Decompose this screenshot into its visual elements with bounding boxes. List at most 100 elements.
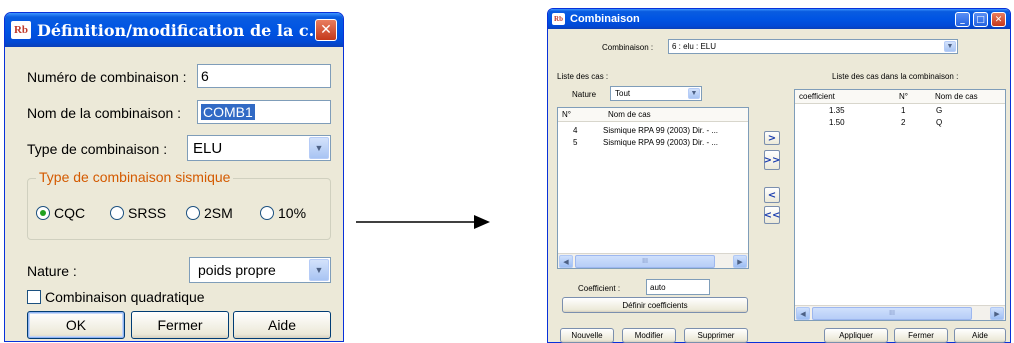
radio-button-icon[interactable] [260,206,274,220]
radio-button-icon[interactable] [186,206,200,220]
quadratic-combination-checkbox[interactable]: Combinaison quadratique [27,289,205,305]
define-coefficients-button[interactable]: Définir coefficients [562,297,748,313]
delete-button[interactable]: Supprimer [684,328,748,343]
case-number: 1 [901,106,906,115]
chevron-down-icon[interactable]: ▼ [688,88,700,99]
add-selected-label: > [767,132,777,144]
coefficient-input[interactable]: auto [646,279,710,295]
scroll-left-icon[interactable]: ◀ [559,255,573,268]
add-all-button[interactable]: >> [764,150,780,170]
close-button-label: Fermer [157,317,203,333]
column-header-case-name[interactable]: Nom de cas [935,92,978,101]
coefficient-cell: 1.50 [829,118,845,127]
coefficient-label: Coefficient : [578,284,621,293]
available-cases-header: N° Nom de cas [558,108,748,122]
nature-select[interactable]: poids propre ▼ [189,257,331,283]
combination-cases-list[interactable]: coefficient N° Nom de cas 1.35 1 G 1.50 … [794,89,1006,321]
nature-label: Nature : [27,263,77,279]
scroll-thumb[interactable]: III [575,255,715,268]
combination-type-label: Type de combinaison : [27,141,168,157]
case-name: G [936,106,943,115]
dialog-titlebar[interactable]: Rb Définition/modification de la c... [5,13,343,47]
radio-2sm-label: 2SM [204,205,233,221]
help-button-label: Aide [971,331,988,340]
list-item[interactable]: 5 Sismique RPA 99 (2003) Dir. - ... [558,138,748,150]
help-button-label: Aide [267,317,297,333]
combination-window-title: Combinaison [570,13,640,25]
radio-button-icon[interactable] [110,206,124,220]
combination-label: Combinaison : [602,43,654,52]
nature-filter-select[interactable]: Tout ▼ [610,86,702,101]
maximize-icon[interactable]: □ [973,12,988,27]
radio-srss[interactable]: SRSS [110,205,166,221]
nature-filter-label: Nature [572,90,597,99]
minimize-icon[interactable]: _ [955,12,970,27]
case-number: 4 [573,126,578,135]
scroll-thumb[interactable]: III [812,307,972,320]
case-list-label: Liste des cas : [557,72,609,81]
help-button[interactable]: Aide [233,311,331,339]
add-all-label: >> [763,154,781,166]
chevron-down-icon[interactable]: ▼ [309,137,329,159]
available-cases-list[interactable]: N° Nom de cas 4 Sismique RPA 99 (2003) D… [557,107,749,269]
close-icon[interactable]: ✕ [315,19,337,41]
remove-all-button[interactable]: << [764,206,780,224]
help-button[interactable]: Aide [954,328,1006,343]
radio-10pct[interactable]: 10% [260,205,306,221]
combination-select-value: 6 : elu : ELU [672,42,717,51]
checkbox-icon[interactable] [27,290,41,304]
scroll-left-icon[interactable]: ◀ [796,307,810,320]
column-header-coefficient[interactable]: coefficient [799,92,835,101]
ok-button[interactable]: OK [27,311,125,339]
combination-definition-dialog: Rb Définition/modification de la c... ✕ … [4,12,344,342]
remove-selected-button[interactable]: < [764,187,780,203]
scroll-right-icon[interactable]: ▶ [990,307,1004,320]
combination-select[interactable]: 6 : elu : ELU ▼ [668,39,958,54]
remove-all-label: << [763,209,781,221]
nature-value: poids propre [198,262,276,278]
horizontal-scrollbar[interactable]: ◀ III ▶ [795,305,1005,320]
table-row[interactable]: 1.35 1 G [795,106,1005,118]
radio-cqc[interactable]: CQC [36,205,85,221]
combination-type-value: ELU [193,139,223,157]
combination-cases-header: coefficient N° Nom de cas [795,90,1005,104]
scroll-right-icon[interactable]: ▶ [733,255,747,268]
column-header-case-name[interactable]: Nom de cas [608,110,651,119]
remove-selected-label: < [767,189,777,201]
modify-button-label: Modifier [634,331,664,340]
column-header-number[interactable]: N° [899,92,908,101]
define-coefficients-label: Définir coefficients [622,300,688,310]
robot-app-icon: Rb [552,13,565,25]
table-row[interactable]: 1.50 2 Q [795,118,1005,130]
new-button[interactable]: Nouvelle [560,328,614,343]
horizontal-scrollbar[interactable]: ◀ III ▶ [558,253,748,268]
apply-button[interactable]: Appliquer [824,328,888,343]
close-icon[interactable]: ✕ [991,12,1006,27]
combination-type-select[interactable]: ELU ▼ [187,135,331,161]
transition-arrow [356,215,490,229]
case-number: 5 [573,138,578,147]
radio-srss-label: SRSS [128,205,167,221]
ok-button-label: OK [65,317,87,333]
combination-cases-label: Liste des cas dans la combinaison : [832,72,959,81]
seismic-type-group: Type de combinaison sismique CQC SRSS 2S… [27,169,331,240]
radio-2sm[interactable]: 2SM [186,205,233,221]
robot-app-icon: Rb [11,21,31,39]
case-number: 2 [901,118,906,127]
modify-button[interactable]: Modifier [622,328,676,343]
nature-filter-value: Tout [615,89,631,98]
chevron-down-icon[interactable]: ▼ [944,41,956,52]
case-name: Q [936,118,943,127]
combination-number-input[interactable]: 6 [197,64,331,88]
combination-titlebar[interactable]: Rb Combinaison [548,9,1010,29]
close-button[interactable]: Fermer [894,328,948,343]
list-item[interactable]: 4 Sismique RPA 99 (2003) Dir. - ... [558,126,748,138]
close-button[interactable]: Fermer [131,311,229,339]
combination-name-input[interactable]: COMB1 [197,100,331,124]
radio-button-icon[interactable] [36,206,50,220]
coefficient-cell: 1.35 [829,106,845,115]
add-selected-button[interactable]: > [764,131,780,145]
combination-number-label: Numéro de combinaison : [27,69,187,85]
column-header-number[interactable]: N° [562,110,571,119]
chevron-down-icon[interactable]: ▼ [309,259,329,281]
